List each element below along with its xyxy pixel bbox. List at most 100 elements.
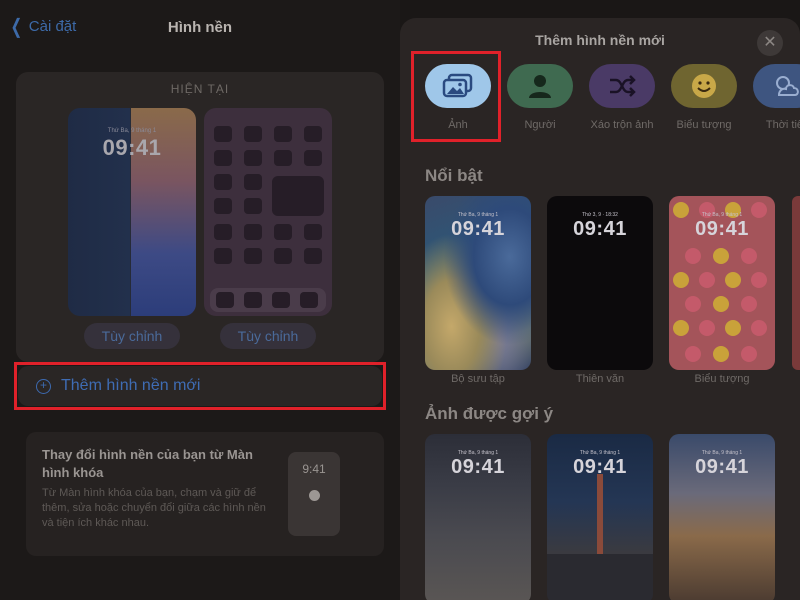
- touch-dot-icon: [309, 490, 320, 501]
- tower-shape: [597, 474, 603, 564]
- thumb-time: 09:41: [695, 218, 749, 240]
- thumb-label: Bộ sưu tập: [451, 373, 505, 385]
- thumb-time: 09:41: [451, 218, 505, 240]
- lock-screen-preview[interactable]: Thứ Ba, 9 tháng 1 09:41: [68, 108, 196, 316]
- featured-title: Nổi bật: [425, 166, 483, 185]
- category-label: Xáo trộn ảnh: [590, 119, 654, 131]
- wallpaper-settings-panel: ❮ Cài đặt Hình nền HIỆN TẠI Thứ Ba, 9 th…: [0, 0, 400, 600]
- emoji-flower-icon: [699, 272, 715, 288]
- category-label: Biểu tượng: [676, 119, 732, 131]
- next-thumb-peek: [792, 196, 800, 370]
- app-icon: [244, 174, 262, 190]
- category-people[interactable]: Người: [507, 64, 573, 164]
- thumb-time: 09:41: [573, 218, 627, 240]
- category-circle: [507, 64, 573, 108]
- category-circle: [589, 64, 655, 108]
- app-icon: [274, 224, 292, 240]
- app-icon: [244, 224, 262, 240]
- app-icon: [304, 126, 322, 142]
- app-icon: [214, 224, 232, 240]
- highlight-box: [411, 51, 501, 142]
- person-icon: [529, 75, 551, 98]
- thumb-label: Biểu tượng: [694, 373, 750, 385]
- emoji-flower-icon: [673, 272, 689, 288]
- add-wallpaper-sheet: Thêm hình nền mới ✕ Ảnh Người Xáo trộn ả…: [400, 18, 800, 600]
- customize-lock-button[interactable]: Tùy chỉnh: [84, 323, 180, 349]
- category-label: Người: [524, 119, 556, 131]
- current-label: HIỆN TẠI: [170, 82, 230, 96]
- page-title: Hình nền: [167, 19, 233, 36]
- emoji-flower-icon: [751, 272, 767, 288]
- customize-home-button[interactable]: Tùy chỉnh: [220, 323, 316, 349]
- emoji-flower-icon: [713, 296, 729, 312]
- emoji-flower-icon: [685, 296, 701, 312]
- app-icon: [244, 292, 262, 308]
- dock: [210, 288, 326, 312]
- emoji-flower-icon: [713, 248, 729, 264]
- app-icon: [244, 126, 262, 142]
- app-icon: [304, 150, 322, 166]
- weather-icon: [776, 76, 799, 96]
- mini-phone-illustration: 9:41: [288, 452, 340, 536]
- suggested-title: Ảnh được gợi ý: [425, 404, 554, 423]
- mini-time: 9:41: [302, 462, 326, 476]
- app-icon: [272, 292, 290, 308]
- thumb-time: 09:41: [451, 456, 505, 478]
- info-body: Từ Màn hình khóa của bạn, chạm và giữ để…: [42, 487, 266, 529]
- current-wallpaper-card: HIỆN TẠI Thứ Ba, 9 tháng 1 09:41 Tùy chỉ…: [16, 72, 384, 362]
- app-icon: [244, 150, 262, 166]
- emoji-flower-icon: [725, 320, 741, 336]
- city-skyline: [547, 554, 653, 600]
- emoji-flower-icon: [751, 320, 767, 336]
- wallpaper-astronomy[interactable]: Thứ 3, 9 · 18:32 09:41: [547, 196, 653, 370]
- app-icon: [304, 248, 322, 264]
- wallpaper-collections[interactable]: Thứ Ba, 9 tháng 1 09:41: [425, 196, 531, 370]
- emoji-flower-icon: [741, 296, 757, 312]
- app-icon: [214, 248, 232, 264]
- highlight-box: [14, 362, 386, 410]
- app-icon: [244, 248, 262, 264]
- thumb-time: 09:41: [695, 456, 749, 478]
- suggested-photo[interactable]: Thứ Ba, 9 tháng 1 09:41: [547, 434, 653, 600]
- app-icon: [300, 292, 318, 308]
- app-icon: [274, 248, 292, 264]
- info-card: Thay đổi hình nền của bạn từ Màn hình kh…: [26, 432, 384, 556]
- category-shuffle[interactable]: Xáo trộn ảnh: [589, 64, 655, 164]
- sheet-title: Thêm hình nền mới: [535, 32, 665, 48]
- category-weather[interactable]: Thời tiết: [753, 64, 800, 164]
- thumb-label: Thiên văn: [575, 373, 625, 385]
- app-icon: [244, 198, 262, 214]
- app-icon: [214, 198, 232, 214]
- close-button[interactable]: ✕: [757, 30, 783, 56]
- emoji-flower-icon: [741, 346, 757, 362]
- emoji-flower-icon: [699, 320, 715, 336]
- emoji-flower-icon: [741, 248, 757, 264]
- suggested-photo[interactable]: Thứ Ba, 9 tháng 1 09:41: [669, 434, 775, 600]
- app-icon: [274, 126, 292, 142]
- app-icon: [214, 174, 232, 190]
- info-title: Thay đổi hình nền của bạn từ Màn hình kh…: [42, 447, 253, 480]
- suggested-photo[interactable]: Thứ Ba, 9 tháng 1 09:41: [425, 434, 531, 600]
- widget: [272, 176, 324, 216]
- emoji-icon: [692, 74, 716, 98]
- shuffle-icon: [610, 75, 636, 97]
- emoji-flower-icon: [673, 320, 689, 336]
- category-circle: [671, 64, 737, 108]
- app-icon: [214, 150, 232, 166]
- emoji-flower-icon: [685, 346, 701, 362]
- close-icon: ✕: [763, 34, 777, 51]
- thumb-time: 09:41: [573, 456, 627, 478]
- app-icon: [304, 224, 322, 240]
- emoji-flower-icon: [685, 248, 701, 264]
- lock-date: Thứ Ba, 9 tháng 1: [107, 128, 157, 134]
- app-icon: [214, 126, 232, 142]
- home-screen-preview[interactable]: [204, 108, 332, 316]
- app-icon: [216, 292, 234, 308]
- lock-time: 09:41: [102, 135, 162, 160]
- category-emoji[interactable]: Biểu tượng: [671, 64, 737, 164]
- emoji-flower-icon: [725, 272, 741, 288]
- wallpaper-emoji[interactable]: Thứ Ba, 9 tháng 1 09:41: [669, 196, 775, 370]
- app-icon: [274, 150, 292, 166]
- emoji-flower-icon: [713, 346, 729, 362]
- category-label: Thời tiết: [765, 119, 800, 131]
